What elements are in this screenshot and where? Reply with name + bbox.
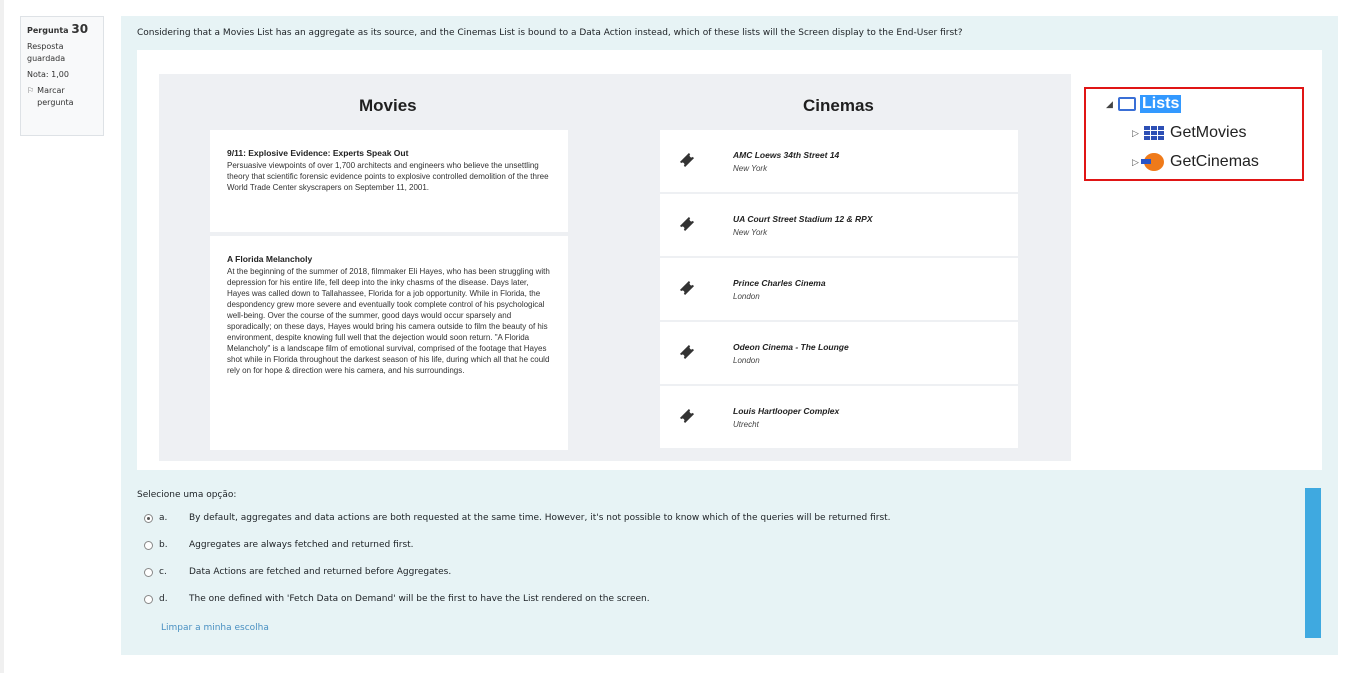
flag-question-link[interactable]: ⚐ Marcar pergunta (27, 85, 97, 109)
cinema-city: New York (733, 228, 768, 237)
ticket-icon (679, 280, 695, 296)
cinema-card: Louis Hartlooper Complex Utrecht (660, 386, 1018, 448)
movie-card: 9/11: Explosive Evidence: Experts Speak … (210, 130, 568, 232)
option-a[interactable]: a. By default, aggregates and data actio… (144, 513, 891, 523)
movies-title: Movies (359, 96, 417, 115)
screen-preview: Movies Cinemas 9/11: Explosive Evidence:… (159, 74, 1071, 461)
cinema-city: Utrecht (733, 420, 759, 429)
screen-icon (1118, 97, 1136, 111)
cinema-city: London (733, 356, 760, 365)
question-info-box: Pergunta 30 Resposta guardada Nota: 1,00… (20, 16, 104, 136)
ticket-icon (679, 152, 695, 168)
movie-card: A Florida Melancholy At the beginning of… (210, 236, 568, 450)
movie-description: Persuasive viewpoints of over 1,700 arch… (227, 161, 549, 192)
question-status: Resposta guardada (27, 42, 66, 63)
cinema-card: Odeon Cinema - The Lounge London (660, 322, 1018, 384)
flag-question-label[interactable]: Marcar pergunta (37, 85, 97, 109)
radio-option-b[interactable] (144, 540, 153, 550)
tree-lists-label: Lists (1140, 95, 1182, 113)
option-d[interactable]: d. The one defined with 'Fetch Data on D… (144, 594, 650, 604)
option-text[interactable]: Data Actions are fetched and returned be… (189, 567, 451, 577)
expanded-triangle-icon: ◢ (1106, 98, 1113, 109)
cinema-name: Louis Hartlooper Complex (733, 406, 840, 416)
cinemas-list: AMC Loews 34th Street 14 New York UA Cou… (660, 130, 1018, 450)
movies-list: 9/11: Explosive Evidence: Experts Speak … (210, 130, 568, 454)
radio-option-d[interactable] (144, 594, 153, 604)
movie-description: At the beginning of the summer of 2018, … (227, 267, 550, 375)
scroll-bar[interactable] (1305, 488, 1321, 638)
question-image: Movies Cinemas 9/11: Explosive Evidence:… (137, 50, 1322, 470)
option-letter: d. (159, 594, 168, 604)
question-text: Considering that a Movies List has an ag… (137, 28, 963, 38)
movie-title: A Florida Melancholy (227, 254, 313, 264)
tree-item-getmovies: ▷ GetMovies (1132, 124, 1246, 142)
left-edge-strip (0, 0, 4, 673)
lists-tree-highlight: ◢ Lists ▷ GetMovies ▷ GetCinemas (1084, 87, 1304, 181)
tree-getcinemas-label: GetCinemas (1170, 153, 1259, 170)
option-text[interactable]: Aggregates are always fetched and return… (189, 540, 414, 550)
cinema-name: AMC Loews 34th Street 14 (733, 150, 840, 160)
cinema-name: Odeon Cinema - The Lounge (733, 342, 849, 352)
cinema-name: Prince Charles Cinema (733, 278, 826, 288)
option-b[interactable]: b. Aggregates are always fetched and ret… (144, 540, 414, 550)
option-letter: a. (159, 513, 168, 523)
question-number: Pergunta 30 (27, 23, 97, 37)
data-action-icon (1141, 153, 1164, 171)
aggregate-grid-icon (1144, 126, 1164, 140)
answer-area: Selecione uma opção: a. By default, aggr… (121, 478, 1338, 655)
cinemas-title: Cinemas (803, 96, 874, 115)
flag-icon[interactable]: ⚐ (27, 85, 34, 109)
answer-prompt: Selecione uma opção: (137, 490, 237, 500)
cinema-name: UA Court Street Stadium 12 & RPX (733, 214, 873, 224)
question-label: Pergunta (27, 26, 69, 35)
tree-item-lists: ◢ Lists (1106, 95, 1182, 113)
movie-title: 9/11: Explosive Evidence: Experts Speak … (227, 148, 409, 158)
cinema-city: New York (733, 164, 768, 173)
ticket-icon (679, 408, 695, 424)
radio-option-a[interactable] (144, 513, 153, 523)
option-text[interactable]: The one defined with 'Fetch Data on Dema… (189, 594, 650, 604)
ticket-icon (679, 216, 695, 232)
collapsed-triangle-icon: ▷ (1132, 127, 1139, 138)
option-letter: b. (159, 540, 168, 550)
option-text[interactable]: By default, aggregates and data actions … (189, 513, 891, 523)
question-formulation: Considering that a Movies List has an ag… (121, 16, 1338, 478)
tree-getmovies-label: GetMovies (1170, 124, 1247, 141)
cinema-card: AMC Loews 34th Street 14 New York (660, 130, 1018, 192)
cinema-card: Prince Charles Cinema London (660, 258, 1018, 320)
question-number-value: 30 (71, 22, 89, 36)
cinema-city: London (733, 292, 760, 301)
question-grade: Nota: 1,00 (27, 70, 69, 79)
clear-choice-link[interactable]: Limpar a minha escolha (161, 623, 269, 633)
tree-item-getcinemas: ▷ GetCinemas (1132, 153, 1259, 171)
option-letter: c. (159, 567, 167, 577)
radio-option-c[interactable] (144, 567, 153, 577)
cinema-card: UA Court Street Stadium 12 & RPX New Yor… (660, 194, 1018, 256)
ticket-icon (679, 344, 695, 360)
option-c[interactable]: c. Data Actions are fetched and returned… (144, 567, 451, 577)
